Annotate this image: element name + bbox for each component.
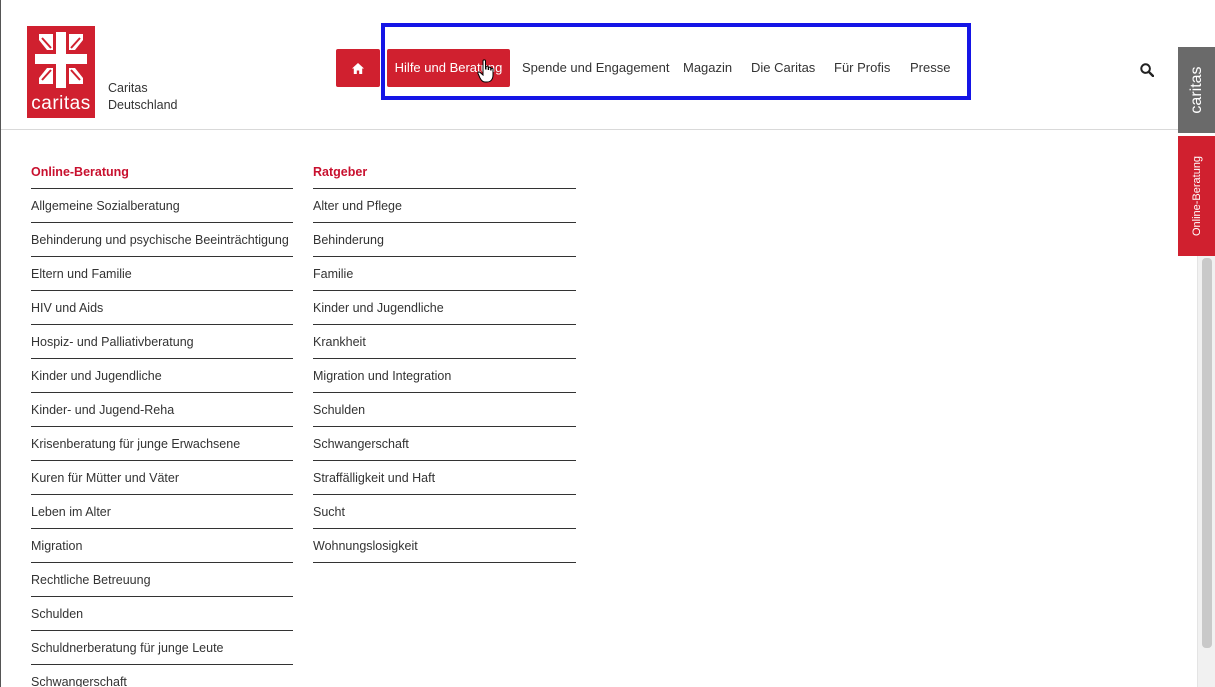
menu-link[interactable]: Krankheit <box>313 325 576 359</box>
menu-link[interactable]: Schwangerschaft <box>313 427 576 461</box>
menu-link[interactable]: HIV und Aids <box>31 291 293 325</box>
menu-link[interactable]: Behinderung und psychische Beeinträchtig… <box>31 223 293 257</box>
menu-link[interactable]: Schulden <box>313 393 576 427</box>
menu-link[interactable]: Schuldnerberatung für junge Leute <box>31 631 293 665</box>
menu-link[interactable]: Migration und Integration <box>313 359 576 393</box>
search-icon[interactable] <box>1140 63 1154 77</box>
side-tab-online-beratung[interactable]: Online-Beratung <box>1178 136 1215 256</box>
column-heading[interactable]: Online-Beratung <box>31 155 293 189</box>
menu-link[interactable]: Familie <box>313 257 576 291</box>
menu-link[interactable]: Sucht <box>313 495 576 529</box>
caritas-cross-icon <box>27 26 95 92</box>
menu-link[interactable]: Migration <box>31 529 293 563</box>
org-name-line-1: Caritas <box>108 81 148 95</box>
menu-column-ratgeber: Ratgeber Alter und Pflege Behinderung Fami… <box>313 155 576 563</box>
menu-link[interactable]: Schulden <box>31 597 293 631</box>
home-icon <box>352 62 364 74</box>
menu-link[interactable]: Kinder und Jugendliche <box>313 291 576 325</box>
menu-link[interactable]: Kuren für Mütter und Väter <box>31 461 293 495</box>
side-tab-caritas[interactable]: caritas <box>1178 47 1215 133</box>
menu-link[interactable]: Allgemeine Sozialberatung <box>31 189 293 223</box>
side-tab-online-beratung-label: Online-Beratung <box>1191 155 1203 237</box>
menu-link[interactable]: Eltern und Familie <box>31 257 293 291</box>
home-button[interactable] <box>336 49 380 87</box>
menu-link[interactable]: Schwangerschaft <box>31 665 293 687</box>
menu-link[interactable]: Wohnungslosigkeit <box>313 529 576 563</box>
caritas-logo[interactable]: caritas <box>27 26 95 118</box>
side-tab-caritas-label: caritas <box>1188 66 1205 114</box>
site-header: caritas Caritas Deutschland Hilfe und Be… <box>1 0 1215 130</box>
menu-column-online-beratung: Online-Beratung Allgemeine Sozialberatun… <box>31 155 293 687</box>
browser-viewport: caritas Caritas Deutschland Hilfe und Be… <box>0 0 1215 687</box>
menu-link[interactable]: Krisenberatung für junge Erwachsene <box>31 427 293 461</box>
menu-link[interactable]: Hospiz- und Palliativberatung <box>31 325 293 359</box>
logo-wordmark: caritas <box>31 93 91 114</box>
menu-link[interactable]: Behinderung <box>313 223 576 257</box>
menu-link[interactable]: Kinder und Jugendliche <box>31 359 293 393</box>
menu-link[interactable]: Straffälligkeit und Haft <box>313 461 576 495</box>
org-name-line-2: Deutschland <box>108 98 178 112</box>
menu-link[interactable]: Rechtliche Betreuung <box>31 563 293 597</box>
column-heading[interactable]: Ratgeber <box>313 155 576 189</box>
annotation-highlight-box <box>381 23 971 100</box>
scrollbar-thumb[interactable] <box>1202 258 1212 648</box>
menu-link[interactable]: Leben im Alter <box>31 495 293 529</box>
menu-link[interactable]: Alter und Pflege <box>313 189 576 223</box>
org-name[interactable]: Caritas Deutschland <box>108 80 178 114</box>
menu-link[interactable]: Kinder- und Jugend-Reha <box>31 393 293 427</box>
